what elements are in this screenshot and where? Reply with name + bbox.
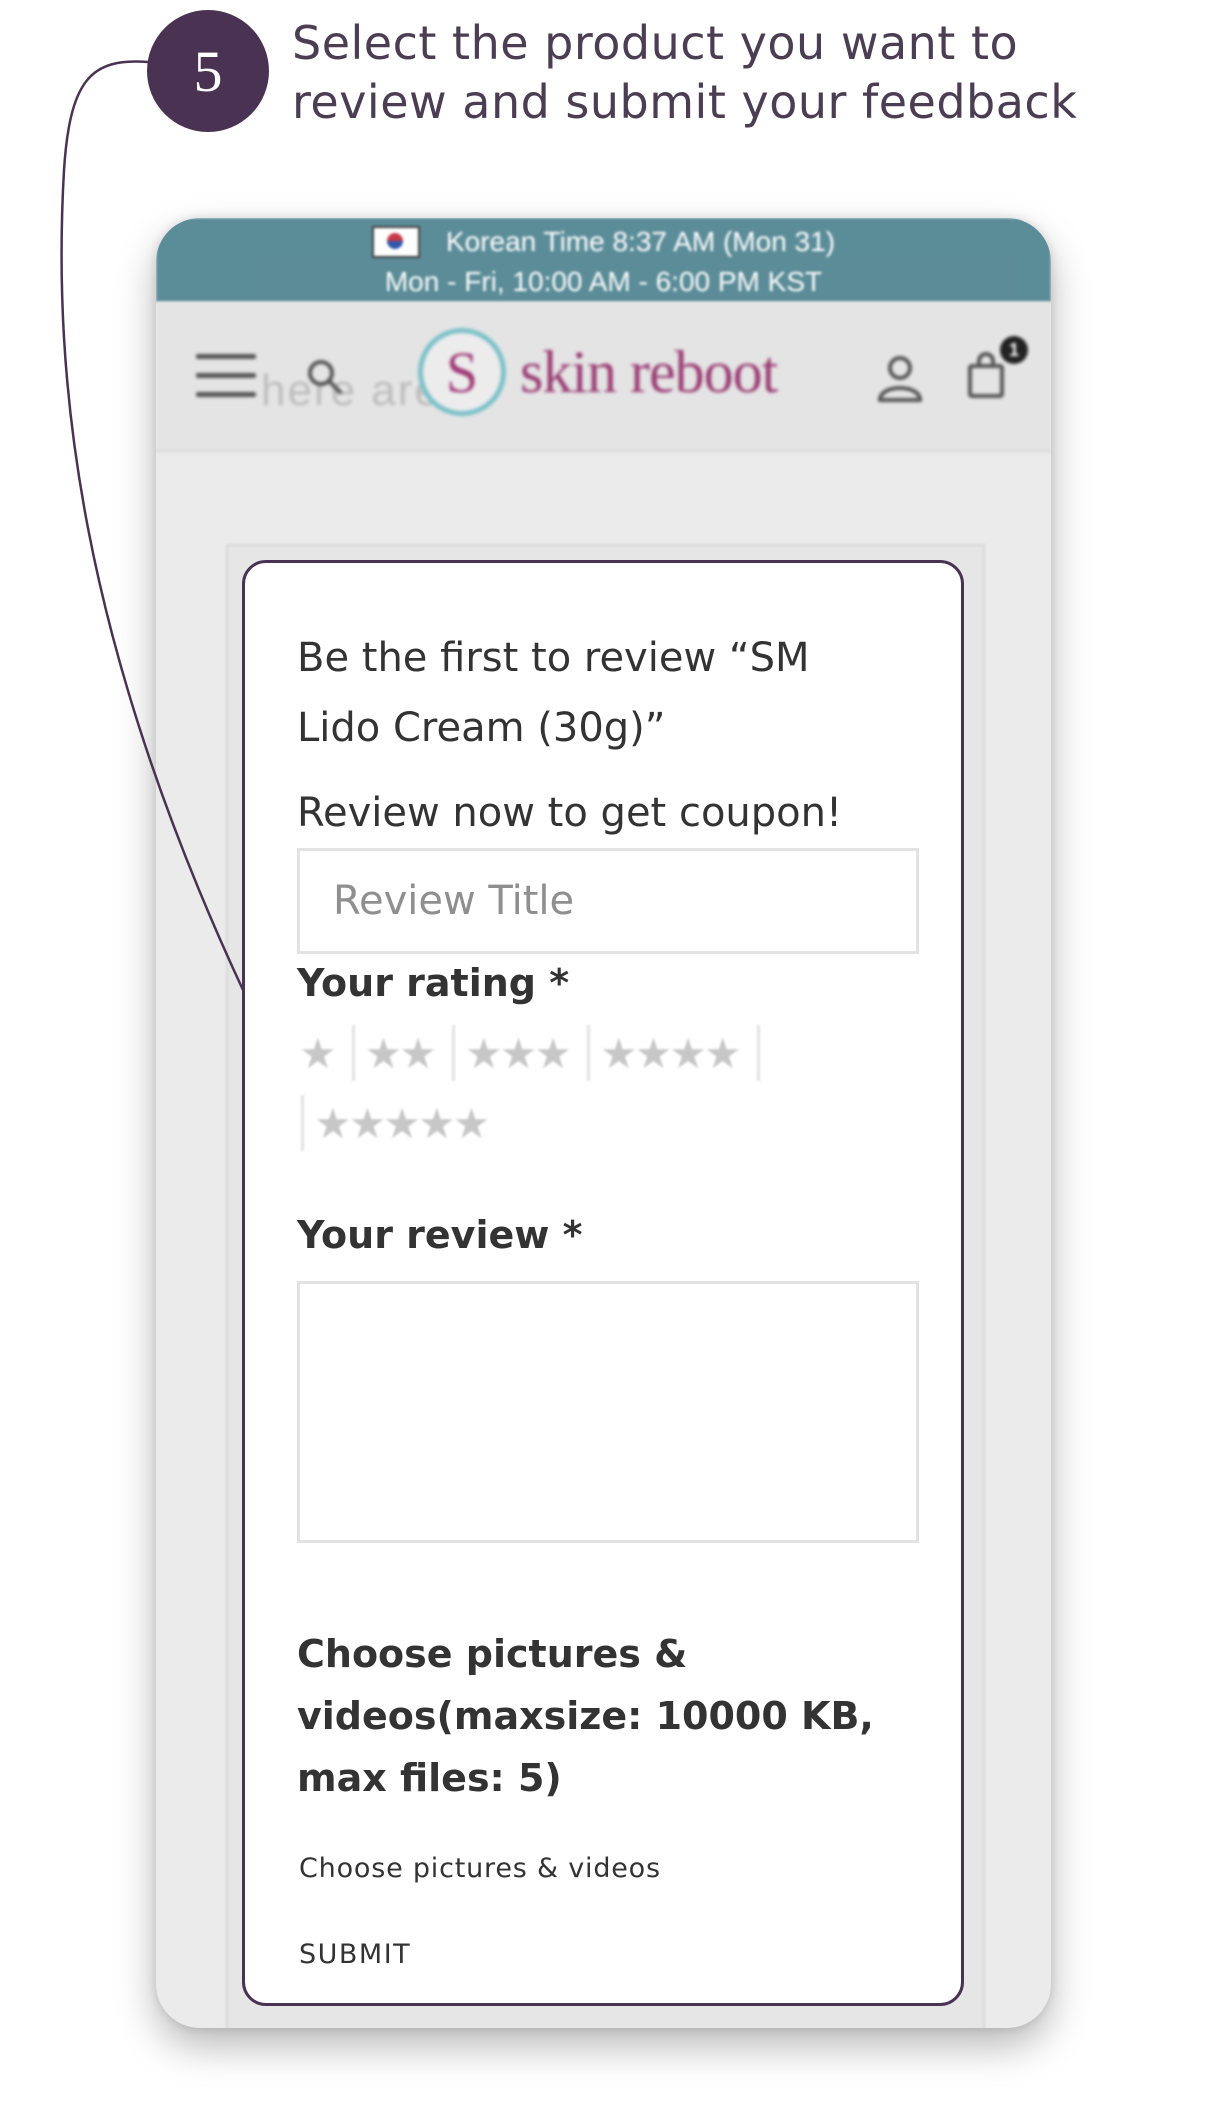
rating-1-star-option[interactable]: ★ bbox=[289, 1025, 355, 1081]
menu-icon[interactable] bbox=[196, 354, 256, 402]
review-title-input[interactable] bbox=[297, 848, 919, 954]
review-label: Your review * bbox=[297, 1213, 583, 1257]
step-number-badge: 5 bbox=[147, 10, 269, 132]
choose-media-button[interactable]: Choose pictures & videos bbox=[299, 1853, 661, 1884]
site-navbar: here are S skin reboot 1 bbox=[156, 302, 1051, 452]
store-hours-bar: Korean Time 8:37 AM (Mon 31) Mon - Fri, … bbox=[156, 218, 1051, 302]
review-form-card: Be the first to review “SM Lido Cream (3… bbox=[242, 560, 964, 2006]
cart-body-shape bbox=[968, 364, 1004, 398]
rating-3-stars-option[interactable]: ★★★ bbox=[455, 1025, 590, 1081]
business-hours-text: Mon - Fri, 10:00 AM - 6:00 PM KST bbox=[384, 266, 823, 297]
rating-5-stars-option[interactable]: ★★★★★ bbox=[301, 1095, 505, 1151]
search-icon[interactable] bbox=[306, 358, 344, 406]
cart-icon[interactable]: 1 bbox=[968, 336, 1028, 398]
korean-time-row: Korean Time 8:37 AM (Mon 31) bbox=[156, 218, 1051, 262]
logo-mark-icon: S bbox=[418, 328, 506, 416]
rating-label: Your rating * bbox=[297, 961, 570, 1005]
rating-options: ★ ★★ ★★★ ★★★★ ★★★★★ bbox=[289, 1025, 929, 1151]
logo-text: skin reboot bbox=[520, 338, 778, 405]
cart-count-badge: 1 bbox=[1000, 336, 1028, 364]
background-ghost-text: here are bbox=[261, 366, 441, 415]
korean-time-text: Korean Time 8:37 AM (Mon 31) bbox=[445, 226, 836, 257]
review-form-title: Be the first to review “SM Lido Cream (3… bbox=[297, 635, 810, 751]
coupon-promo-text: Review now to get coupon! bbox=[297, 790, 843, 836]
media-upload-label: Choose pictures & videos(maxsize: 10000 … bbox=[297, 1632, 874, 1800]
step-instruction: Select the product you want to review an… bbox=[292, 16, 1078, 129]
submit-button[interactable]: SUBMIT bbox=[299, 1939, 411, 1970]
rating-4-stars-option[interactable]: ★★★★ bbox=[590, 1025, 760, 1081]
skin-reboot-logo[interactable]: S skin reboot bbox=[418, 328, 778, 416]
rating-2-stars-option[interactable]: ★★ bbox=[355, 1025, 455, 1081]
review-textarea[interactable] bbox=[297, 1281, 919, 1543]
tutorial-step-page: 5 Select the product you want to review … bbox=[0, 0, 1207, 2110]
korea-flag-icon bbox=[371, 226, 420, 258]
account-icon[interactable] bbox=[876, 354, 924, 415]
